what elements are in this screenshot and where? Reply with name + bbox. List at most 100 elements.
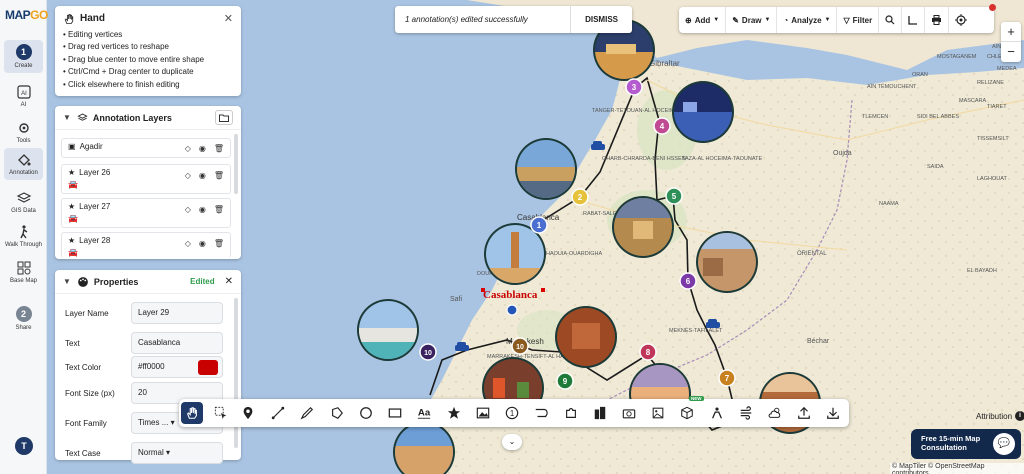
text-annotation-casablanca[interactable]: Casablanca (483, 289, 538, 301)
route-marker[interactable]: 3 (625, 78, 643, 96)
route-marker[interactable]: 6 (679, 272, 697, 290)
number-marker-button[interactable]: 1 (501, 402, 523, 424)
close-icon[interactable]: ✕ (225, 276, 233, 287)
star-icon: ★ (68, 236, 76, 245)
download-button[interactable] (822, 402, 844, 424)
3d-model-button[interactable] (676, 402, 698, 424)
layer-row-26[interactable]: ★ Layer 26 🚘 ◇ ◉ 🗑 (61, 164, 231, 194)
svg-text:1: 1 (510, 409, 514, 418)
text-input[interactable]: Casablanca (131, 332, 223, 354)
photo-bubble[interactable] (357, 299, 419, 361)
eye-icon[interactable]: ◉ (199, 205, 206, 214)
rail-base-map[interactable]: Base Map (4, 260, 43, 284)
select-tool-button[interactable] (210, 402, 232, 424)
diamond-icon[interactable]: ◇ (185, 205, 191, 214)
weather-tool-button[interactable] (764, 402, 786, 424)
properties-title: Properties (93, 276, 139, 287)
map-credit[interactable]: © MapTiler © OpenStreetMap contributors (890, 463, 1024, 474)
route-marker[interactable]: 1 (530, 216, 548, 234)
line-tool-button[interactable] (267, 402, 289, 424)
building-tool-button[interactable] (589, 402, 611, 424)
center-move-handle[interactable] (506, 304, 518, 316)
upload-button[interactable] (793, 402, 815, 424)
freehand-tool-button[interactable] (296, 402, 318, 424)
marker-tool-button[interactable] (237, 402, 259, 424)
route-marker[interactable]: 10 (419, 343, 437, 361)
layer-row-27[interactable]: ★ Layer 27 🚘 ◇ ◉ 🗑 (61, 198, 231, 228)
layer-name-input[interactable]: Layer 29 (131, 302, 223, 324)
locate-button[interactable] (949, 7, 973, 33)
place-label: Safi (450, 296, 463, 303)
chevron-down-icon[interactable]: ▼ (63, 277, 71, 286)
gallery-tool-button[interactable] (647, 402, 669, 424)
rectangle-tool-button[interactable] (384, 402, 406, 424)
vertex-handle[interactable] (481, 288, 485, 292)
trash-icon[interactable]: 🗑 (214, 239, 224, 248)
star-tool-button[interactable] (443, 402, 465, 424)
text-case-select[interactable]: Normal ▾ (131, 442, 223, 464)
trash-icon[interactable]: 🗑 (214, 205, 224, 214)
analyze-button[interactable]: ◔ Analyze ▼ (777, 7, 838, 33)
polygon-tool-button[interactable] (326, 402, 348, 424)
add-button[interactable]: ⊕ Add ▼ (679, 7, 727, 33)
measure-button[interactable] (902, 7, 926, 33)
route-marker[interactable]: 5 (665, 187, 683, 205)
print-button[interactable] (925, 7, 950, 33)
rail-walk-through[interactable]: Walk Through (4, 224, 43, 248)
rail-gis-data[interactable]: GIS Data (4, 190, 43, 214)
eye-icon[interactable]: ◉ (199, 171, 206, 180)
circle-tool-button[interactable] (355, 402, 377, 424)
consultation-button[interactable]: Free 15-min Map Consultation 💬 (911, 429, 1021, 459)
route-marker[interactable]: 10 (511, 337, 529, 355)
diamond-icon[interactable]: ◇ (185, 239, 191, 248)
rail-ai[interactable]: AI AI (4, 84, 43, 108)
route-marker[interactable]: 8 (639, 343, 657, 361)
search-button[interactable] (879, 7, 903, 33)
photo-bubble[interactable] (555, 306, 617, 368)
route-marker[interactable]: 7 (718, 369, 736, 387)
camera-tool-button[interactable] (618, 402, 640, 424)
wind-tool-button[interactable] (735, 402, 757, 424)
route-tool-button[interactable] (530, 402, 552, 424)
layers-scrollbar[interactable] (234, 134, 238, 194)
ar-tool-button[interactable] (706, 402, 728, 424)
photo-bubble[interactable] (696, 231, 758, 293)
draw-button[interactable]: ✎ Draw ▼ (726, 7, 778, 33)
eye-icon[interactable]: ◉ (199, 239, 206, 248)
rail-create[interactable]: 1 Create (4, 40, 43, 73)
trash-icon[interactable]: 🗑 (214, 144, 224, 153)
attribution-toggle[interactable]: Attribution i (976, 411, 1024, 421)
prop-layer-name: Layer Name Layer 29 (65, 302, 233, 324)
hand-tool-button[interactable] (181, 402, 203, 424)
text-tool-button[interactable]: Aa (413, 402, 435, 424)
route-marker[interactable]: 9 (556, 372, 574, 390)
rail-tools[interactable]: Tools (4, 120, 43, 144)
photo-bubble[interactable] (672, 81, 734, 143)
vertex-handle[interactable] (541, 288, 545, 292)
rail-annotation[interactable]: Annotation (4, 148, 43, 180)
zoom-out-button[interactable]: − (1001, 42, 1021, 62)
toolbar-collapse-button[interactable]: ⌄ (502, 434, 522, 450)
photo-bubble[interactable] (515, 138, 577, 200)
trash-icon[interactable]: 🗑 (214, 171, 224, 180)
route-marker[interactable]: 2 (571, 188, 589, 206)
layer-row-28[interactable]: ★ Layer 28 🚘 ◇ ◉ 🗑 (61, 232, 231, 258)
text-color-input[interactable]: #ff0000 (131, 356, 223, 378)
filter-button[interactable]: ▽ Filter (837, 7, 880, 33)
folder-icon[interactable] (215, 110, 233, 125)
zoom-in-button[interactable]: + (1001, 22, 1021, 42)
rail-share[interactable]: 2 Share (4, 306, 43, 331)
color-swatch[interactable] (198, 360, 218, 375)
diamond-icon[interactable]: ◇ (185, 171, 191, 180)
route-marker[interactable]: 4 (653, 117, 671, 135)
eye-icon[interactable]: ◉ (199, 144, 206, 153)
photo-bubble[interactable] (612, 196, 674, 258)
user-avatar[interactable]: T (15, 437, 33, 455)
layer-row-agadir[interactable]: ▣ Agadir ◇ ◉ 🗑 (61, 138, 231, 158)
chevron-down-icon[interactable]: ▼ (63, 113, 71, 122)
image-tool-button[interactable] (472, 402, 494, 424)
dismiss-button[interactable]: DISMISS (570, 6, 632, 33)
diamond-icon[interactable]: ◇ (185, 144, 191, 153)
close-icon[interactable]: ✕ (224, 12, 233, 25)
shape-tool-button[interactable] (560, 402, 582, 424)
